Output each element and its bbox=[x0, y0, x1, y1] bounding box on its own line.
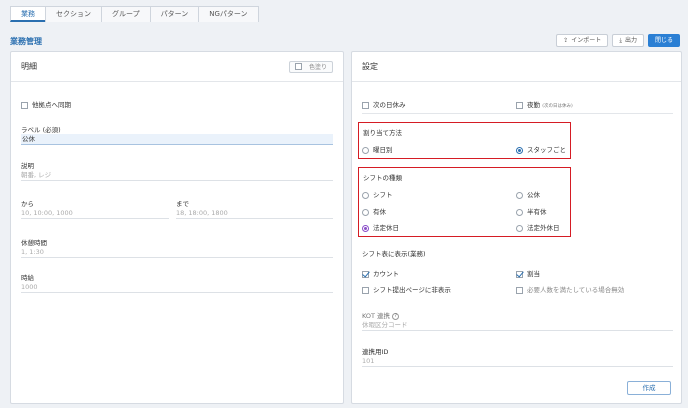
settings-panel: 設定 次の日休み 夜勤 (次の日は休み) 割り当て方法 曜日別 スタッフごと シ… bbox=[351, 51, 682, 404]
count-checkbox[interactable] bbox=[362, 270, 369, 278]
label-field-label: ラベル (必須) bbox=[21, 126, 61, 134]
create-button[interactable]: 作成 bbox=[627, 381, 671, 395]
shift-type-shift-radio[interactable] bbox=[362, 191, 369, 199]
auto-assign-label: 必要人数を満たしている場合無効 bbox=[527, 286, 625, 294]
shift-type-half-paid-leave-label: 半有休 bbox=[527, 208, 547, 216]
tab-ng-pattern[interactable]: NGパターン bbox=[198, 6, 259, 22]
night-shift-checkbox[interactable] bbox=[516, 101, 523, 109]
night-shift-note: (次の日は休み) bbox=[542, 104, 573, 109]
color-swatch-icon bbox=[294, 63, 302, 70]
assign-by-weekday-radio[interactable] bbox=[362, 146, 369, 154]
shift-type-public-holiday[interactable]: 公休 bbox=[516, 189, 540, 199]
night-shift-label: 夜勤 bbox=[527, 101, 540, 109]
assign-row[interactable]: 割当 bbox=[516, 268, 540, 278]
sync-row[interactable]: 他拠点へ同期 bbox=[21, 99, 71, 109]
tab-work[interactable]: 業務 bbox=[10, 6, 46, 22]
shift-type-non-legal-holiday-label: 法定外休日 bbox=[527, 224, 560, 232]
color-fill-button[interactable]: 色塗り bbox=[288, 60, 333, 73]
kot-label: KOT 連携 bbox=[362, 312, 391, 320]
shift-type-non-legal-holiday-radio[interactable] bbox=[516, 224, 523, 232]
divider bbox=[362, 113, 673, 114]
next-day-off-row[interactable]: 次の日休み bbox=[362, 99, 406, 109]
assign-label: 割当 bbox=[527, 270, 540, 278]
tab-section[interactable]: セクション bbox=[45, 6, 102, 22]
hide-submit-row[interactable]: シフト提出ページに非表示 bbox=[362, 284, 451, 294]
shift-type-label: シフトの種類 bbox=[363, 174, 402, 182]
next-day-off-checkbox[interactable] bbox=[362, 101, 369, 109]
assign-by-staff-radio[interactable] bbox=[516, 146, 523, 154]
assign-method-label: 割り当て方法 bbox=[363, 129, 402, 137]
import-button[interactable]: ⇪ インポート bbox=[556, 34, 609, 47]
shift-type-shift-label: シフト bbox=[373, 191, 393, 199]
next-day-off-label: 次の日休み bbox=[373, 101, 406, 109]
auto-assign-row[interactable]: 必要人数を満たしている場合無効 bbox=[516, 284, 624, 294]
import-icon: ⇪ bbox=[563, 37, 569, 44]
kot-input[interactable]: 休暇区分コード bbox=[362, 320, 673, 331]
shift-display-label: シフト表に表示(業務) bbox=[362, 250, 426, 258]
hide-submit-label: シフト提出ページに非表示 bbox=[373, 286, 451, 294]
shift-type-legal-holiday-radio[interactable] bbox=[362, 224, 369, 232]
shift-type-half-paid-leave[interactable]: 半有休 bbox=[516, 206, 547, 216]
night-shift-row[interactable]: 夜勤 (次の日は休み) bbox=[516, 99, 573, 109]
to-label: まで bbox=[176, 200, 189, 208]
to-input[interactable]: 18, 18:00, 1800 bbox=[176, 208, 333, 219]
description-label: 説明 bbox=[21, 162, 34, 170]
break-label: 休憩時間 bbox=[21, 239, 47, 247]
from-label: から bbox=[21, 200, 34, 208]
link-id-label: 連携用ID bbox=[362, 348, 389, 356]
assign-by-weekday-label: 曜日別 bbox=[373, 146, 393, 154]
shift-type-paid-leave-radio[interactable] bbox=[362, 208, 369, 216]
hide-submit-checkbox[interactable] bbox=[362, 286, 369, 294]
break-input[interactable]: 1, 1:30 bbox=[21, 247, 333, 258]
tab-bar: 業務 セクション グループ パターン NGパターン bbox=[10, 6, 259, 22]
help-icon[interactable]: ? bbox=[392, 312, 400, 320]
description-input[interactable]: 朝番, レジ bbox=[21, 170, 333, 181]
wage-label: 時給 bbox=[21, 274, 34, 282]
from-input[interactable]: 10, 10:00, 1000 bbox=[21, 208, 169, 219]
page-title: 業務管理 bbox=[10, 37, 42, 46]
shift-type-public-holiday-label: 公休 bbox=[527, 191, 540, 199]
shift-type-legal-holiday-label: 法定休日 bbox=[373, 224, 399, 232]
assign-by-staff-label: スタッフごと bbox=[527, 146, 566, 154]
close-button[interactable]: 閉じる bbox=[647, 34, 680, 47]
wage-input[interactable]: 1000 bbox=[21, 282, 333, 293]
tab-pattern[interactable]: パターン bbox=[149, 6, 200, 22]
sync-label: 他拠点へ同期 bbox=[32, 101, 71, 109]
auto-assign-checkbox[interactable] bbox=[516, 286, 523, 294]
kot-label-row: KOT 連携 ? bbox=[362, 310, 400, 320]
top-actions: ⇪ インポート ⤓ 出力 閉じる bbox=[556, 34, 680, 47]
shift-type-public-holiday-radio[interactable] bbox=[516, 191, 523, 199]
label-input[interactable]: 公休 bbox=[21, 134, 333, 145]
assign-by-staff[interactable]: スタッフごと bbox=[516, 144, 566, 154]
shift-type-half-paid-leave-radio[interactable] bbox=[516, 208, 523, 216]
shift-type-paid-leave-label: 有休 bbox=[373, 208, 386, 216]
shift-type-paid-leave[interactable]: 有休 bbox=[362, 206, 386, 216]
shift-type-shift[interactable]: シフト bbox=[362, 189, 393, 199]
tab-group[interactable]: グループ bbox=[101, 6, 151, 22]
export-button[interactable]: ⤓ 出力 bbox=[612, 34, 644, 47]
sync-checkbox[interactable] bbox=[21, 101, 28, 109]
shift-type-non-legal-holiday[interactable]: 法定外休日 bbox=[516, 222, 560, 232]
assign-by-weekday[interactable]: 曜日別 bbox=[362, 144, 393, 154]
assign-checkbox[interactable] bbox=[516, 270, 523, 278]
import-label: インポート bbox=[571, 37, 602, 44]
download-icon: ⤓ bbox=[619, 37, 622, 44]
settings-title: 設定 bbox=[362, 62, 378, 71]
color-fill-label: 色塗り bbox=[308, 64, 327, 71]
count-row[interactable]: カウント bbox=[362, 268, 399, 278]
count-label: カウント bbox=[373, 270, 399, 278]
detail-title: 明細 bbox=[21, 62, 37, 71]
detail-panel: 明細 色塗り 他拠点へ同期 ラベル (必須) 公休 説明 朝番, レジ から 1… bbox=[10, 51, 344, 404]
export-label: 出力 bbox=[624, 37, 637, 44]
shift-type-legal-holiday[interactable]: 法定休日 bbox=[362, 222, 399, 232]
link-id-input[interactable]: 101 bbox=[362, 356, 673, 367]
